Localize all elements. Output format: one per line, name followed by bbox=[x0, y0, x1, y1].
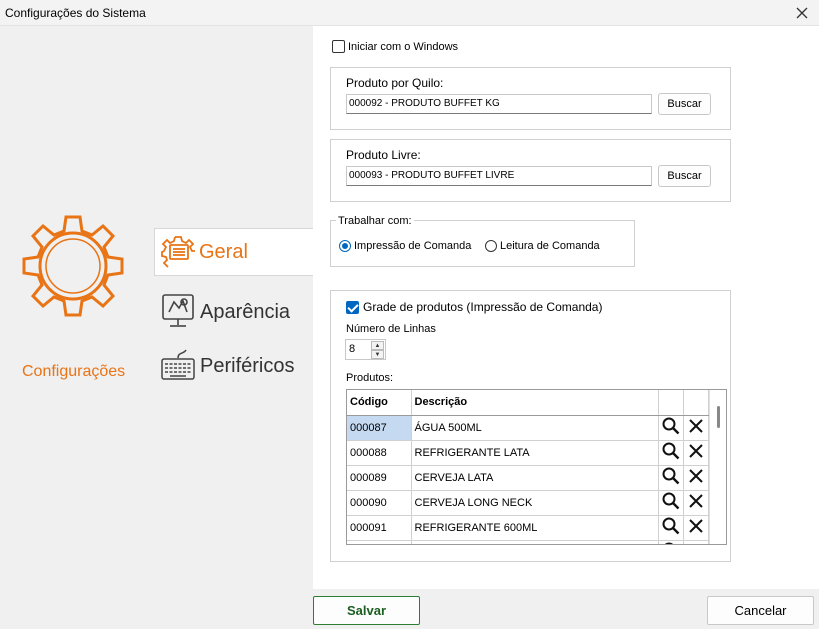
produtos-grid: Código Descrição 000087 ÁGUA 500ML 00008… bbox=[346, 389, 727, 545]
settings-form-icon bbox=[161, 234, 195, 271]
stepper-down-icon[interactable]: ▼ bbox=[371, 350, 384, 359]
start-with-windows-label: Iniciar com o Windows bbox=[348, 40, 459, 53]
sidebar: Configurações Geral Aparência Periférico… bbox=[0, 26, 313, 589]
search-icon[interactable] bbox=[658, 515, 684, 541]
nav-label-geral: Geral bbox=[199, 240, 248, 263]
general-settings-panel: Iniciar com o Windows Produto por Quilo:… bbox=[313, 26, 819, 589]
cell-descricao[interactable]: REFRIGERANTE 600ML bbox=[411, 515, 659, 541]
produto-quilo-group: Produto por Quilo: 000092 - PRODUTO BUFF… bbox=[330, 67, 731, 130]
delete-icon[interactable] bbox=[683, 465, 709, 491]
produto-livre-label: Produto Livre: bbox=[346, 148, 421, 162]
radio-leitura-label: Leitura de Comanda bbox=[500, 240, 600, 252]
nav-item-aparencia[interactable]: Aparência bbox=[160, 288, 290, 336]
grade-produtos-checkbox[interactable]: Grade de produtos (Impressão de Comanda) bbox=[346, 300, 602, 314]
configuracoes-gear-icon bbox=[14, 207, 132, 328]
produtos-label: Produtos: bbox=[346, 372, 394, 384]
search-icon[interactable] bbox=[658, 415, 684, 441]
nav-label-aparencia: Aparência bbox=[200, 300, 291, 323]
cell-codigo[interactable]: 000088 bbox=[347, 440, 412, 466]
cancel-button[interactable]: Cancelar bbox=[707, 596, 814, 625]
empty-cell bbox=[683, 540, 709, 544]
nav-label-perifericos: Periféricos bbox=[200, 354, 295, 377]
col-descricao-header[interactable]: Descrição bbox=[411, 390, 659, 416]
search-icon[interactable] bbox=[658, 490, 684, 516]
radio-leitura-dot[interactable] bbox=[485, 240, 497, 252]
stepper-up-icon[interactable]: ▲ bbox=[371, 341, 384, 350]
delete-icon[interactable] bbox=[683, 415, 709, 441]
grade-produtos-label: Grade de produtos (Impressão de Comanda) bbox=[363, 300, 603, 314]
search-icon[interactable] bbox=[658, 440, 684, 466]
table-row[interactable]: 000088 REFRIGERANTE LATA bbox=[347, 440, 709, 466]
appearance-monitor-icon bbox=[160, 292, 196, 333]
title-bar: Configurações do Sistema bbox=[0, 0, 819, 26]
cell-codigo[interactable]: 000091 bbox=[347, 515, 412, 541]
search-icon[interactable] bbox=[658, 465, 684, 491]
configuracoes-label: Configurações bbox=[22, 363, 126, 380]
col-search-header bbox=[658, 390, 684, 416]
col-delete-header bbox=[683, 390, 709, 416]
cell-codigo[interactable]: 000090 bbox=[347, 490, 412, 516]
trabalhar-com-group: Impressão de Comanda Leitura de Comanda bbox=[330, 220, 635, 267]
cell-descricao[interactable]: ÁGUA 500ML bbox=[411, 415, 659, 441]
buscar-quilo-button[interactable]: Buscar bbox=[658, 93, 711, 115]
search-icon[interactable] bbox=[658, 540, 684, 544]
close-icon[interactable] bbox=[785, 0, 819, 26]
radio-leitura-comanda[interactable]: Leitura de Comanda bbox=[485, 240, 600, 252]
table-row-partial[interactable] bbox=[347, 540, 709, 544]
grade-produtos-box[interactable] bbox=[346, 300, 359, 314]
cell-descricao[interactable] bbox=[411, 540, 659, 544]
keyboard-icon bbox=[160, 346, 196, 387]
cell-descricao[interactable]: CERVEJA LONG NECK bbox=[411, 490, 659, 516]
table-row[interactable]: 000090 CERVEJA LONG NECK bbox=[347, 490, 709, 516]
start-with-windows-checkbox[interactable]: Iniciar com o Windows bbox=[332, 40, 458, 53]
grid-scrollbar[interactable] bbox=[709, 390, 726, 544]
grid-header-row: Código Descrição bbox=[347, 390, 709, 416]
produto-livre-group: Produto Livre: 000093 - PRODUTO BUFFET L… bbox=[330, 139, 731, 202]
num-linhas-value: 8 bbox=[349, 343, 356, 355]
radio-impressao-label: Impressão de Comanda bbox=[354, 240, 472, 252]
num-linhas-label: Número de Linhas bbox=[346, 323, 436, 335]
nav-item-geral[interactable]: Geral bbox=[154, 228, 313, 276]
delete-icon[interactable] bbox=[683, 440, 709, 466]
produto-livre-field[interactable]: 000093 - PRODUTO BUFFET LIVRE bbox=[346, 166, 652, 186]
cell-codigo[interactable]: 000087 bbox=[347, 415, 412, 441]
num-linhas-stepper[interactable]: 8 ▲ ▼ bbox=[345, 339, 386, 360]
produto-quilo-label: Produto por Quilo: bbox=[346, 76, 444, 90]
table-row[interactable]: 000091 REFRIGERANTE 600ML bbox=[347, 515, 709, 541]
buscar-livre-button[interactable]: Buscar bbox=[658, 165, 711, 187]
cell-descricao[interactable]: REFRIGERANTE LATA bbox=[411, 440, 659, 466]
trabalhar-com-label: Trabalhar com: bbox=[336, 215, 414, 227]
radio-impressao-dot[interactable] bbox=[339, 240, 351, 252]
table-row[interactable]: 000089 CERVEJA LATA bbox=[347, 465, 709, 491]
table-row[interactable]: 000087 ÁGUA 500ML bbox=[347, 415, 709, 441]
grade-produtos-group: Grade de produtos (Impressão de Comanda)… bbox=[330, 290, 731, 562]
col-codigo-header[interactable]: Código bbox=[347, 390, 412, 416]
delete-icon[interactable] bbox=[683, 490, 709, 516]
save-button[interactable]: Salvar bbox=[313, 596, 420, 625]
nav-item-perifericos[interactable]: Periféricos bbox=[160, 342, 294, 390]
cell-codigo[interactable] bbox=[347, 540, 412, 544]
window-title: Configurações do Sistema bbox=[5, 6, 146, 20]
delete-icon[interactable] bbox=[683, 515, 709, 541]
radio-impressao-comanda[interactable]: Impressão de Comanda bbox=[339, 240, 471, 252]
cell-descricao[interactable]: CERVEJA LATA bbox=[411, 465, 659, 491]
produto-quilo-field[interactable]: 000092 - PRODUTO BUFFET KG bbox=[346, 94, 652, 114]
scrollbar-thumb[interactable] bbox=[717, 406, 720, 428]
cell-codigo[interactable]: 000089 bbox=[347, 465, 412, 491]
start-with-windows-box[interactable] bbox=[332, 40, 345, 53]
